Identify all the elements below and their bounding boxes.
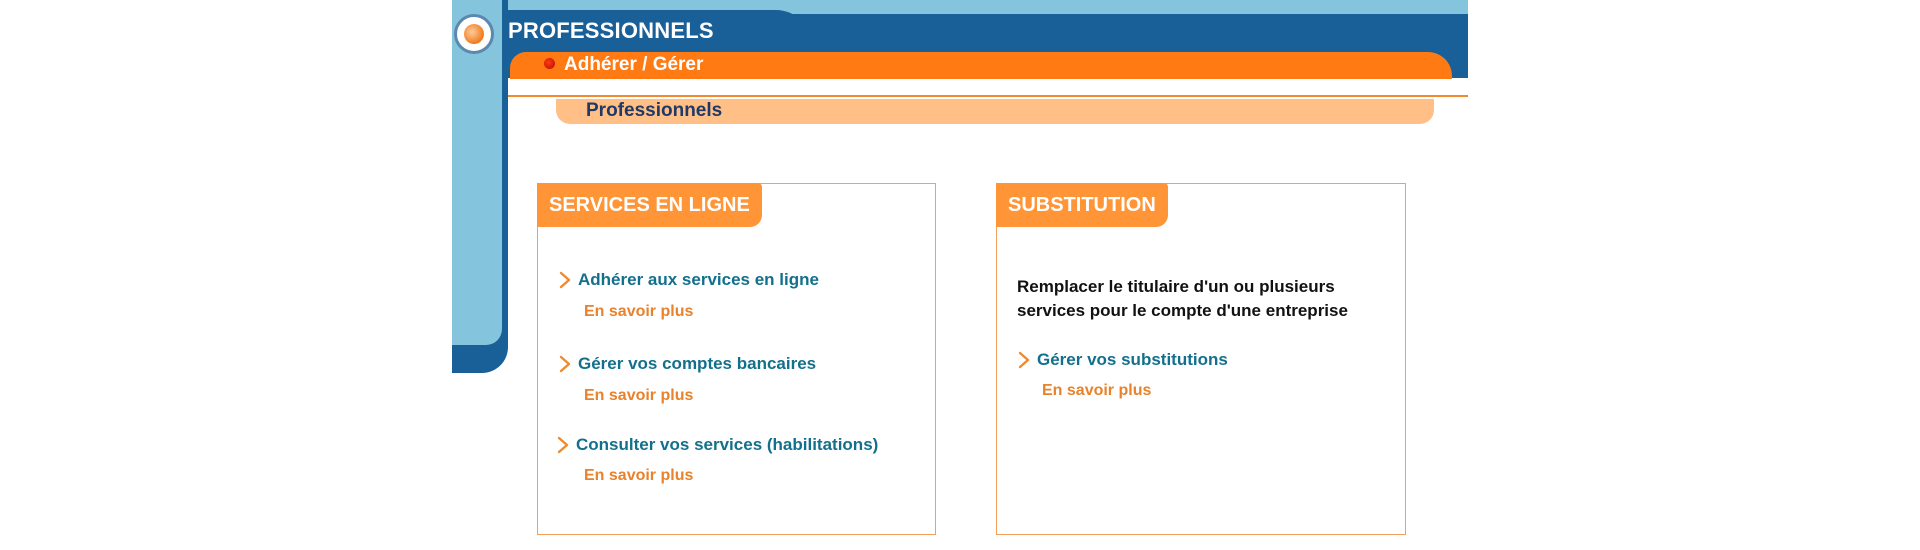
more-link-substitutions[interactable]: En savoir plus (1042, 382, 1151, 400)
link-adherer[interactable]: Adhérer aux services en ligne (558, 270, 819, 290)
link-label: Adhérer aux services en ligne (578, 270, 819, 289)
more-link-consulter[interactable]: En savoir plus (584, 467, 693, 485)
nav-item-adherer-gerer[interactable]: Adhérer / Gérer (564, 54, 703, 76)
chevron-right-icon (559, 355, 571, 373)
page-title: PROFESSIONNELS (508, 18, 714, 43)
services-tab-title: SERVICES EN LIGNE (537, 183, 762, 227)
chevron-right-icon (1018, 351, 1030, 369)
left-panel (452, 0, 508, 373)
link-consulter[interactable]: Consulter vos services (habilitations) (556, 435, 878, 455)
substitution-box: SUBSTITUTION Remplacer le titulaire d'un… (996, 183, 1406, 535)
link-gerer-comptes[interactable]: Gérer vos comptes bancaires (558, 354, 816, 374)
more-link-gerer-comptes[interactable]: En savoir plus (584, 387, 693, 405)
link-label: Consulter vos services (habilitations) (576, 435, 879, 454)
bullet-icon (544, 58, 555, 69)
services-box: SERVICES EN LIGNE Adhérer aux services e… (537, 183, 936, 535)
link-label: Gérer vos comptes bancaires (578, 354, 817, 373)
link-gerer-substitutions[interactable]: Gérer vos substitutions (1017, 350, 1228, 370)
link-label: Gérer vos substitutions (1037, 350, 1228, 369)
chevron-right-icon (557, 436, 569, 454)
nav-divider (508, 95, 1468, 97)
breadcrumb: Professionnels (586, 100, 723, 121)
substitution-description-line1: Remplacer le titulaire d'un ou plusieurs (1017, 277, 1335, 296)
page: PROFESSIONNELS Adhérer / Gérer Professio… (0, 0, 1920, 550)
substitution-tab-title: SUBSTITUTION (996, 183, 1168, 227)
chevron-right-icon (559, 271, 571, 289)
more-link-adherer[interactable]: En savoir plus (584, 303, 693, 321)
substitution-description-line2: services pour le compte d'une entreprise (1017, 301, 1348, 320)
orange-circle-logo-icon (454, 14, 494, 54)
